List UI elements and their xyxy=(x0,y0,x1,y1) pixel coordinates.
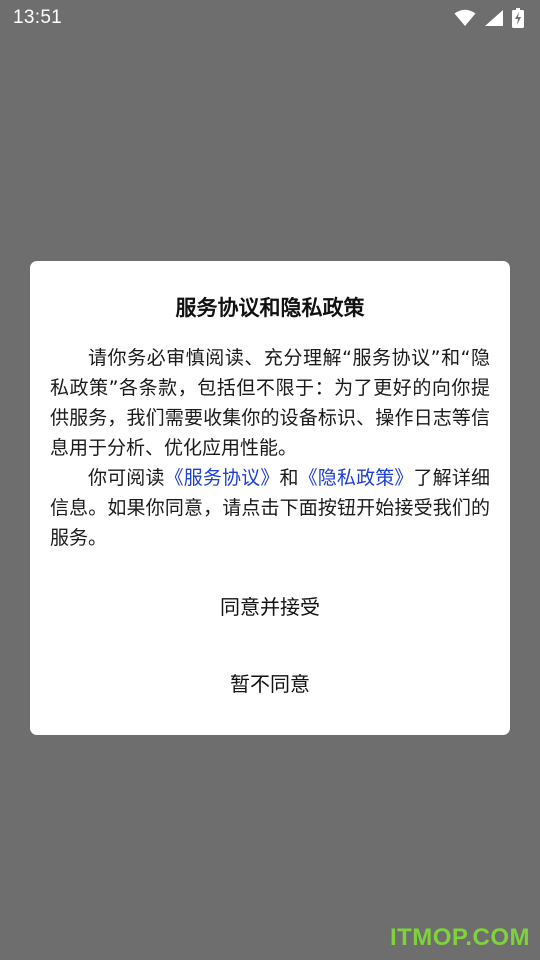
status-icons xyxy=(454,8,524,28)
dialog-body: 请你务必审慎阅读、充分理解“服务协议”和“隐私政策”各条款，包括但不限于：为了更… xyxy=(50,343,490,553)
battery-charging-icon xyxy=(512,8,524,28)
wifi-icon xyxy=(454,9,476,27)
signal-icon xyxy=(484,9,504,27)
dialog-title: 服务协议和隐私政策 xyxy=(175,296,365,320)
service-agreement-link[interactable]: 《服务协议》 xyxy=(165,467,280,489)
paragraph-2-prefix: 你可阅读 xyxy=(88,467,165,489)
dialog-paragraph-1: 请你务必审慎阅读、充分理解“服务协议”和“隐私政策”各条款，包括但不限于：为了更… xyxy=(50,347,490,459)
decline-button[interactable]: 暂不同意 xyxy=(30,668,510,700)
dialog-paragraph-2: 你可阅读《服务协议》和《隐私政策》了解详细信息。如果你同意，请点击下面按钮开始接… xyxy=(50,463,490,553)
privacy-dialog: 服务协议和隐私政策 请你务必审慎阅读、充分理解“服务协议”和“隐私政策”各条款，… xyxy=(30,261,510,735)
paragraph-2-middle: 和 xyxy=(279,467,299,489)
agree-button[interactable]: 同意并接受 xyxy=(30,591,510,623)
status-bar: 13:51 xyxy=(0,0,540,36)
watermark: ITMOP.COM xyxy=(389,924,530,951)
status-time: 13:51 xyxy=(13,7,63,28)
privacy-policy-link[interactable]: 《隐私政策》 xyxy=(299,467,414,489)
